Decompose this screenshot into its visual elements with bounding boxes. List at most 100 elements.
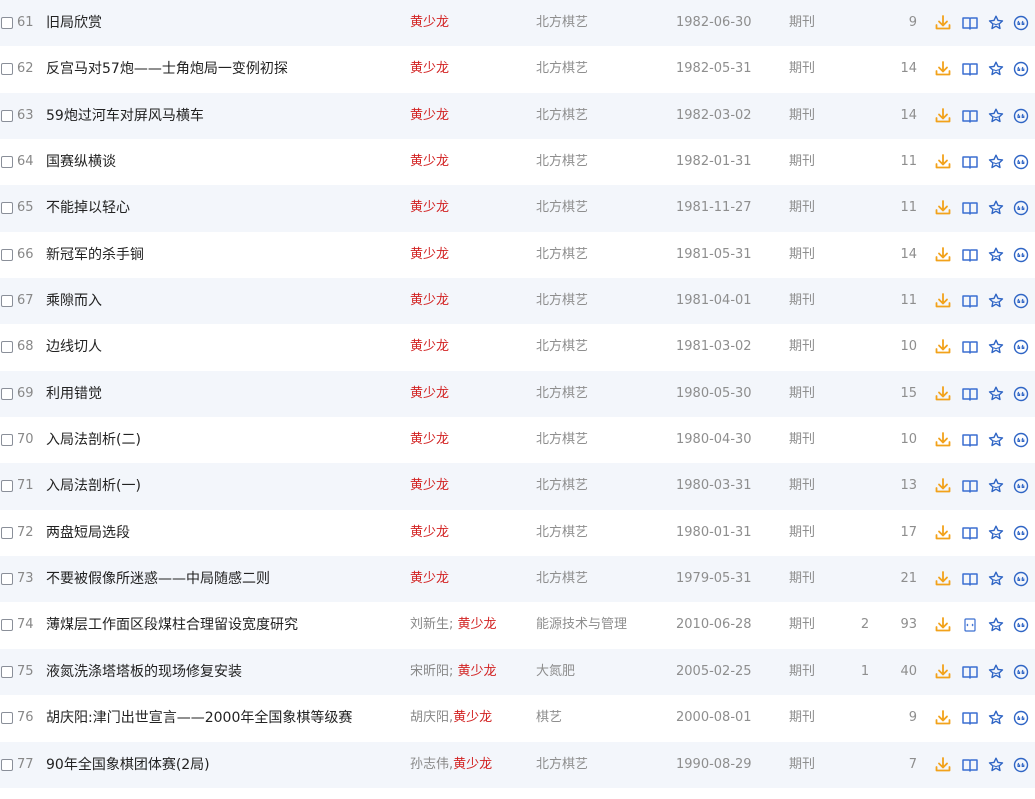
source-link[interactable]: 北方棋艺 [536, 556, 588, 602]
cite-icon[interactable] [1012, 755, 1030, 775]
favorite-icon[interactable] [987, 708, 1005, 728]
favorite-icon[interactable] [987, 337, 1005, 357]
read-online-icon[interactable] [961, 476, 979, 496]
article-title-link[interactable]: 入局法剖析(二) [46, 417, 141, 463]
read-online-icon[interactable] [961, 13, 979, 33]
favorite-icon[interactable] [987, 106, 1005, 126]
author-link[interactable]: 宋昕阳 [410, 664, 449, 679]
article-title-link[interactable]: 边线切人 [46, 324, 102, 370]
author-link[interactable]: 孙志伟 [410, 757, 449, 772]
select-checkbox[interactable] [1, 387, 13, 400]
download-icon[interactable] [934, 59, 952, 79]
cite-icon[interactable] [1012, 198, 1030, 218]
read-online-icon[interactable] [961, 523, 979, 543]
favorite-icon[interactable] [987, 662, 1005, 682]
select-checkbox[interactable] [1, 619, 13, 632]
cite-icon[interactable] [1012, 662, 1030, 682]
download-icon[interactable] [934, 13, 952, 33]
author-link[interactable]: 黄少龙 [410, 339, 449, 354]
source-link[interactable]: 大氮肥 [536, 649, 575, 695]
download-icon[interactable] [934, 662, 952, 682]
source-link[interactable]: 北方棋艺 [536, 324, 588, 370]
read-online-icon[interactable] [961, 662, 979, 682]
download-icon[interactable] [934, 245, 952, 265]
download-icon[interactable] [934, 569, 952, 589]
select-checkbox[interactable] [1, 712, 13, 725]
read-online-icon[interactable] [961, 106, 979, 126]
read-online-icon[interactable] [961, 430, 979, 450]
favorite-icon[interactable] [987, 476, 1005, 496]
source-link[interactable]: 能源技术与管理 [536, 602, 627, 648]
download-icon[interactable] [934, 523, 952, 543]
source-link[interactable]: 北方棋艺 [536, 278, 588, 324]
source-link[interactable]: 北方棋艺 [536, 139, 588, 185]
article-title-link[interactable]: 入局法剖析(一) [46, 463, 141, 509]
author-link[interactable]: 黄少龙 [410, 386, 449, 401]
author-link[interactable]: 黄少龙 [410, 525, 449, 540]
source-link[interactable]: 北方棋艺 [536, 93, 588, 139]
html-read-icon[interactable] [961, 615, 979, 635]
read-online-icon[interactable] [961, 59, 979, 79]
favorite-icon[interactable] [987, 430, 1005, 450]
article-title-link[interactable]: 胡庆阳:津门出世宣言——2000年全国象棋等级赛 [46, 695, 352, 741]
download-icon[interactable] [934, 152, 952, 172]
author-link[interactable]: 黄少龙 [410, 571, 449, 586]
cite-icon[interactable] [1012, 430, 1030, 450]
select-checkbox[interactable] [1, 17, 13, 29]
download-icon[interactable] [934, 755, 952, 775]
author-link[interactable]: 黄少龙 [458, 664, 497, 679]
author-link[interactable]: 刘新生 [410, 617, 449, 632]
article-title-link[interactable]: 59炮过河车对屏风马横车 [46, 93, 204, 139]
select-checkbox[interactable] [1, 109, 13, 122]
cite-icon[interactable] [1012, 569, 1030, 589]
author-link[interactable]: 黄少龙 [410, 200, 449, 215]
read-online-icon[interactable] [961, 384, 979, 404]
select-checkbox[interactable] [1, 295, 13, 308]
author-link[interactable]: 黄少龙 [410, 293, 449, 308]
author-link[interactable]: 黄少龙 [410, 247, 449, 262]
cite-icon[interactable] [1012, 59, 1030, 79]
source-link[interactable]: 北方棋艺 [536, 46, 588, 92]
cite-icon[interactable] [1012, 615, 1030, 635]
author-link[interactable]: 黄少龙 [410, 478, 449, 493]
read-online-icon[interactable] [961, 708, 979, 728]
author-link[interactable]: 黄少龙 [410, 432, 449, 447]
select-checkbox[interactable] [1, 665, 13, 678]
download-icon[interactable] [934, 615, 952, 635]
author-link[interactable]: 黄少龙 [410, 15, 449, 30]
article-title-link[interactable]: 反宫马对57炮——士角炮局一变例初探 [46, 46, 288, 92]
favorite-icon[interactable] [987, 615, 1005, 635]
article-title-link[interactable]: 乘隙而入 [46, 278, 102, 324]
author-link[interactable]: 黄少龙 [453, 710, 492, 725]
article-title-link[interactable]: 国赛纵横谈 [46, 139, 116, 185]
read-online-icon[interactable] [961, 569, 979, 589]
article-title-link[interactable]: 90年全国象棋团体赛(2局) [46, 742, 210, 788]
download-icon[interactable] [934, 384, 952, 404]
download-icon[interactable] [934, 430, 952, 450]
select-checkbox[interactable] [1, 526, 13, 539]
download-icon[interactable] [934, 198, 952, 218]
download-icon[interactable] [934, 708, 952, 728]
cite-icon[interactable] [1012, 291, 1030, 311]
select-checkbox[interactable] [1, 758, 13, 771]
favorite-icon[interactable] [987, 59, 1005, 79]
author-link[interactable]: 黄少龙 [410, 108, 449, 123]
author-link[interactable]: 黄少龙 [453, 757, 492, 772]
author-link[interactable]: 黄少龙 [410, 61, 449, 76]
select-checkbox[interactable] [1, 480, 13, 493]
cite-icon[interactable] [1012, 337, 1030, 357]
download-icon[interactable] [934, 291, 952, 311]
read-online-icon[interactable] [961, 291, 979, 311]
download-icon[interactable] [934, 476, 952, 496]
source-link[interactable]: 北方棋艺 [536, 510, 588, 556]
favorite-icon[interactable] [987, 523, 1005, 543]
article-title-link[interactable]: 旧局欣赏 [46, 0, 102, 46]
select-checkbox[interactable] [1, 63, 13, 76]
article-title-link[interactable]: 薄煤层工作面区段煤柱合理留设宽度研究 [46, 602, 298, 648]
select-checkbox[interactable] [1, 434, 13, 447]
article-title-link[interactable]: 不能掉以轻心 [46, 185, 130, 231]
source-link[interactable]: 北方棋艺 [536, 463, 588, 509]
favorite-icon[interactable] [987, 245, 1005, 265]
favorite-icon[interactable] [987, 384, 1005, 404]
cite-icon[interactable] [1012, 245, 1030, 265]
